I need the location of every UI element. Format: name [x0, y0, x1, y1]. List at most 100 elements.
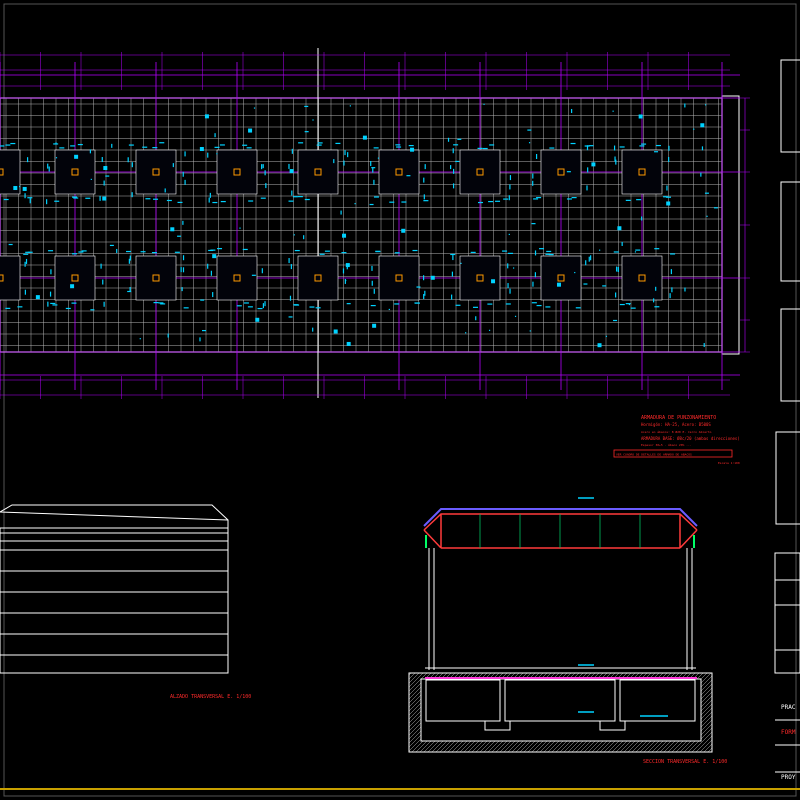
rebar-mark — [423, 294, 425, 300]
rebar-mark — [424, 164, 426, 170]
rebar-mark — [556, 282, 561, 287]
rebar-mark — [346, 341, 351, 346]
rebar-mark — [491, 279, 496, 284]
rebar-mark — [638, 114, 643, 119]
rebar-mark — [312, 327, 314, 332]
rebar-mark — [260, 197, 266, 199]
rebar-mark — [126, 250, 132, 253]
rebar-mark — [570, 142, 576, 145]
rebar-mark — [199, 337, 201, 342]
rebar-mark — [613, 319, 618, 322]
rebar-mark — [303, 235, 305, 240]
rebar-mark — [239, 227, 241, 229]
rebar-mark — [423, 194, 425, 200]
rebar-mark — [24, 289, 26, 295]
rebar-mark — [703, 343, 705, 348]
rebar-mark — [666, 201, 671, 206]
rebar-mark — [704, 192, 709, 194]
rebar-mark — [369, 203, 374, 206]
rebar-mark — [131, 162, 133, 168]
rebar-mark — [700, 172, 702, 177]
rebar-mark — [584, 145, 590, 147]
rebar-mark — [704, 104, 707, 106]
rebar-mark — [430, 275, 435, 280]
rebar-mark — [151, 252, 157, 254]
rebar-mark — [423, 275, 425, 281]
rebar-mark — [700, 123, 705, 128]
rebar-mark — [406, 175, 411, 177]
rebar-mark — [312, 119, 314, 121]
rebar-mark — [483, 103, 485, 105]
rebar-mark — [253, 107, 256, 109]
rebar-mark — [507, 263, 509, 269]
rebar-mark — [414, 302, 420, 304]
rebar-mark — [184, 151, 186, 157]
section-footing-2 — [504, 679, 616, 722]
rebar-mark — [477, 147, 483, 150]
rebar-mark — [615, 159, 617, 165]
rebar-mark — [344, 150, 346, 156]
rebar-mark — [103, 180, 105, 186]
drop-panel — [297, 255, 339, 301]
rebar-mark — [212, 292, 214, 298]
rebar-mark — [373, 179, 375, 185]
rebar-mark — [591, 162, 596, 167]
note-line-4: ARMADURA BASE: Ø8c/20 (ambas direcciones… — [641, 436, 740, 441]
rebar-mark — [571, 108, 573, 113]
rebar-mark — [503, 198, 509, 200]
rebar-mark — [55, 142, 57, 144]
rebar-mark — [261, 268, 263, 274]
rebar-mark — [219, 144, 225, 146]
rebar-mark — [291, 148, 293, 154]
rebar-mark — [319, 253, 325, 255]
rebar-mark — [502, 250, 508, 252]
rebar-mark — [343, 160, 345, 166]
drop-panel — [459, 149, 501, 195]
rebar-mark — [532, 180, 534, 186]
rebar-mark — [255, 317, 260, 322]
rebar-mark — [671, 287, 673, 293]
rebar-mark — [207, 263, 209, 269]
rebar-mark — [177, 235, 182, 237]
rebar-mark — [344, 278, 346, 284]
rebar-mark — [455, 304, 461, 306]
rebar-mark — [289, 295, 292, 301]
rebar-mark — [77, 143, 83, 146]
rebar-mark — [372, 167, 374, 173]
rebar-mark — [375, 250, 381, 252]
rebar-mark — [103, 166, 108, 171]
rebar-mark — [377, 157, 380, 159]
rebar-mark — [388, 308, 390, 311]
drop-panel — [378, 255, 420, 301]
rebar-mark — [105, 175, 110, 177]
rebar-mark — [373, 196, 379, 198]
rebar-mark — [536, 304, 542, 307]
rebar-mark — [27, 197, 33, 199]
rebar-mark — [513, 267, 515, 269]
rebar-mark — [509, 175, 512, 181]
rebar-mark — [317, 142, 323, 144]
rebar-mark — [654, 151, 659, 153]
rebar-mark — [684, 103, 686, 108]
rebar-mark — [457, 138, 462, 140]
note-line-2: Hormigón: HA-25, Acero: B500S — [641, 422, 711, 427]
rebar-mark — [670, 253, 676, 255]
rebar-mark — [71, 253, 77, 255]
section-footing-3 — [619, 679, 696, 722]
rebar-mark — [257, 307, 263, 310]
rebar-mark — [47, 301, 49, 307]
cad-drawing-canvas: ARMADURA DE PUNZONAMIENTO Hormigón: HA-2… — [0, 0, 800, 800]
rebar-mark — [27, 251, 33, 253]
drop-panel — [621, 255, 663, 301]
rebar-mark — [242, 248, 248, 251]
rebar-mark — [654, 248, 660, 250]
rebar-mark — [242, 144, 248, 146]
rebar-mark — [236, 305, 242, 307]
section-label: SECCION TRANSVERSAL E. 1/100 — [643, 759, 727, 765]
rebar-mark — [668, 145, 670, 151]
rebar-mark — [212, 254, 217, 259]
rebar-mark — [668, 156, 670, 162]
rebar-mark — [401, 201, 407, 203]
rebar-mark — [59, 147, 65, 149]
rebar-mark — [214, 133, 216, 138]
